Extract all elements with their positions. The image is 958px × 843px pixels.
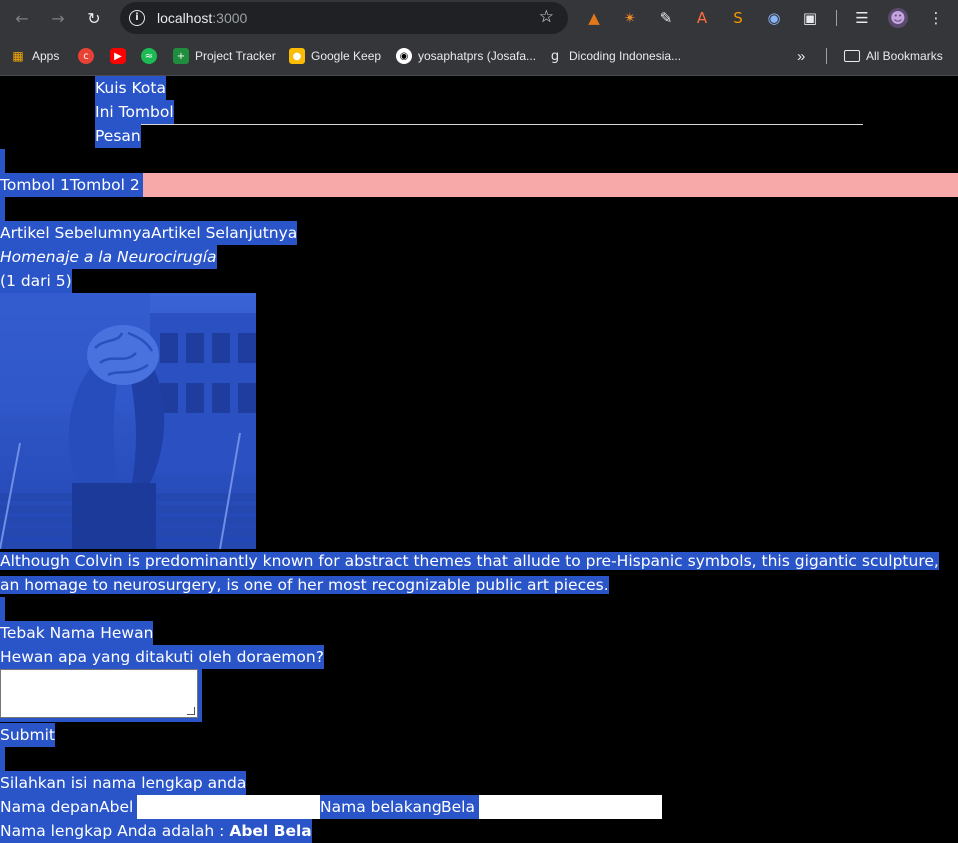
bookmark-star-icon[interactable]: ☆: [539, 7, 554, 27]
bookmark-label: Project Tracker: [195, 49, 276, 63]
bookmark-apps[interactable]: ▦ Apps: [10, 47, 59, 65]
address-bar[interactable]: i localhost:3000 ☆: [120, 2, 568, 34]
site-info-icon[interactable]: i: [129, 10, 145, 26]
url-text[interactable]: localhost:3000: [157, 10, 247, 26]
selection-sliver: [0, 197, 5, 221]
extensions-puzzle-icon[interactable]: ▣: [800, 8, 820, 28]
bookmark-label: Google Keep: [311, 49, 382, 63]
all-bookmarks-label: All Bookmarks: [866, 49, 943, 63]
menu-kebab-icon[interactable]: ⋮: [926, 8, 946, 28]
selection-sliver: [0, 597, 5, 621]
plus-sheet-icon: +: [173, 48, 189, 64]
first-name-label: Nama depan:: [0, 795, 105, 819]
full-name-value: Abel Bela: [229, 822, 312, 840]
nav-item-ini-tombol[interactable]: Ini Tombol: [95, 100, 174, 124]
last-name-value: Bela: [441, 795, 479, 819]
s-extension-icon[interactable]: S: [728, 8, 748, 28]
lens-extension-icon[interactable]: ◉: [764, 8, 784, 28]
more-bookmarks-chevron-icon[interactable]: »: [797, 47, 805, 65]
toolbar-divider: [836, 10, 837, 26]
bookmark-dicoding[interactable]: g Dicoding Indonesia...: [547, 47, 681, 65]
resize-handle-icon[interactable]: [187, 707, 195, 715]
google-g-icon: g: [550, 48, 560, 64]
sparkle-extension-icon[interactable]: ✴: [620, 8, 640, 28]
full-name-label: Nama lengkap Anda adalah :: [0, 822, 230, 840]
article-counter: (1 dari 5): [0, 269, 72, 293]
first-name-input[interactable]: Abel: [99, 795, 320, 819]
bookmark-youtube[interactable]: ▶: [110, 47, 132, 65]
a-plus-extension-icon[interactable]: A: [692, 8, 712, 28]
url-host: localhost: [157, 10, 213, 26]
back-arrow-icon[interactable]: ←: [10, 6, 34, 30]
tombol-2-button[interactable]: Tombol 2: [70, 176, 140, 194]
quiz-heading: Tebak Nama Hewan: [0, 621, 154, 645]
forward-arrow-icon[interactable]: →: [46, 6, 70, 30]
spotify-icon: ≈: [141, 48, 157, 64]
next-article-button[interactable]: Artikel Selanjutnya: [151, 224, 297, 242]
apps-grid-icon: ▦: [12, 49, 24, 63]
button-bar: [0, 173, 958, 197]
last-name-input[interactable]: Bela: [441, 795, 662, 819]
github-icon: ◉: [396, 48, 412, 64]
selection-sliver: [0, 149, 5, 173]
tombol-group: Tombol 1Tombol 2: [0, 173, 140, 197]
bookmark-github[interactable]: ◉ yosaphatprs (Josafa...: [396, 47, 536, 65]
folder-icon: [844, 50, 860, 62]
bookmark-spotify[interactable]: ≈: [141, 47, 163, 65]
media-queue-icon[interactable]: ☰: [852, 8, 872, 28]
url-port: :3000: [212, 10, 248, 26]
submit-button[interactable]: Submit: [0, 723, 55, 747]
eyedropper-icon[interactable]: ✎: [656, 8, 676, 28]
selection-sliver: [139, 173, 143, 197]
nav-divider: [95, 124, 863, 125]
article-description: Although Colvin is predominantly known f…: [0, 549, 958, 597]
bookmark-label: Dicoding Indonesia...: [569, 49, 682, 63]
all-bookmarks-folder[interactable]: All Bookmarks: [844, 47, 943, 65]
youtube-icon: ▶: [110, 48, 126, 64]
quiz-answer-textarea[interactable]: [0, 669, 198, 718]
first-name-value: Abel: [99, 795, 138, 819]
nav-item-pesan[interactable]: Pesan: [95, 124, 141, 148]
bookmarks-bar: ▦ Apps c ▶ ≈ + Project Tracker ● Google …: [0, 36, 958, 76]
bookmark-label: yosaphatprs (Josafa...: [418, 49, 537, 63]
bookmarks-divider: [826, 48, 827, 64]
article-title: Homenaje a la Neurocirugía: [0, 245, 217, 269]
nav-item-kuis-kota[interactable]: Kuis Kota: [95, 76, 166, 100]
colorful-c-icon: c: [78, 48, 94, 64]
name-prompt: Silahkan isi nama lengkap anda: [0, 771, 247, 795]
keep-bulb-icon: ●: [289, 48, 305, 64]
tombol-1-button[interactable]: Tombol 1: [0, 176, 70, 194]
prev-article-button[interactable]: Artikel Sebelumnya: [0, 224, 151, 242]
metamask-fox-icon[interactable]: ▲: [584, 8, 604, 28]
full-name-output: Nama lengkap Anda adalah : Abel Bela: [0, 819, 312, 843]
quiz-question: Hewan apa yang ditakuti oleh doraemon?: [0, 645, 324, 669]
description-text: Although Colvin is predominantly known f…: [0, 552, 939, 594]
bookmark-icon-only-1[interactable]: c: [78, 47, 100, 65]
profile-avatar-icon[interactable]: ☻: [888, 8, 908, 28]
page-content: Kuis Kota Ini Tombol Pesan Tombol 1Tombo…: [0, 76, 958, 843]
bookmark-label: Apps: [32, 49, 60, 63]
reload-icon[interactable]: ↻: [82, 6, 106, 30]
bookmark-google-keep[interactable]: ● Google Keep: [289, 47, 381, 65]
browser-toolbar: ← → ↻ i localhost:3000 ☆ ▲ ✴ ✎ A S ◉ ▣ ☰…: [0, 0, 958, 36]
article-nav: Artikel SebelumnyaArtikel Selanjutnya: [0, 221, 298, 245]
last-name-label: Nama belakang:: [320, 795, 447, 819]
sculpture-photo: [0, 293, 256, 549]
bookmark-project-tracker[interactable]: + Project Tracker: [173, 47, 276, 65]
selection-sliver: [0, 747, 5, 771]
